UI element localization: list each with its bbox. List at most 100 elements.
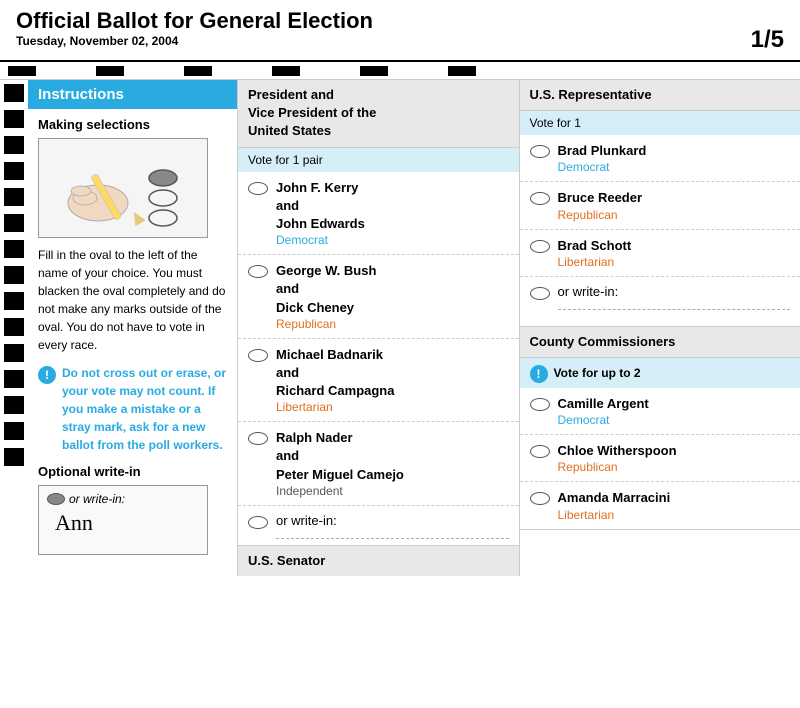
candidate-info: Brad Schott Libertarian <box>558 237 632 269</box>
vote-warning-icon: ! <box>530 365 548 383</box>
timing-mark <box>448 66 476 76</box>
write-in-label: or write-in: <box>558 284 619 299</box>
candidate-party: Libertarian <box>276 400 394 414</box>
president-vote-instruction: Vote for 1 pair <box>238 148 519 172</box>
left-timing-marks <box>0 80 28 576</box>
write-in-dashed-line <box>558 309 791 310</box>
write-in-oval[interactable] <box>248 516 268 529</box>
candidate-name: Chloe Witherspoon <box>558 442 677 460</box>
ballot-title: Official Ballot for General Election <box>16 8 373 34</box>
spacer <box>520 316 800 326</box>
write-in-label: or write-in: <box>276 513 337 528</box>
candidate-info: Michael BadnarikandRichard Campagna Libe… <box>276 346 394 415</box>
left-mark <box>4 448 24 466</box>
ballot-content: Instructions Making selections <box>28 80 800 576</box>
candidate-oval[interactable] <box>530 192 550 205</box>
illustration-svg <box>43 143 203 233</box>
write-in-oval[interactable] <box>530 287 550 300</box>
left-mark <box>4 370 24 388</box>
write-in-example-box: or write-in: Ann <box>38 485 208 555</box>
candidate-oval[interactable] <box>530 240 550 253</box>
candidate-schott: Brad Schott Libertarian <box>520 230 800 277</box>
optional-write-in-heading: Optional write-in <box>38 464 227 479</box>
timing-marks-row <box>0 62 800 80</box>
instructions-column: Instructions Making selections <box>28 80 238 576</box>
candidate-oval[interactable] <box>530 145 550 158</box>
candidate-info: Amanda Marracini Libertarian <box>558 489 671 521</box>
instructions-warning-block: ! Do not cross out or erase, or your vot… <box>38 364 227 454</box>
warning-text: Do not cross out or erase, or your vote … <box>62 364 227 454</box>
us-rep-title: U.S. Representative <box>530 86 791 104</box>
ballot-header: Official Ballot for General Election Tue… <box>0 0 800 62</box>
candidate-name: Camille Argent <box>558 395 649 413</box>
candidate-oval[interactable] <box>530 445 550 458</box>
candidate-party: Democrat <box>558 160 647 174</box>
us-senator-label-section: U.S. Senator <box>238 545 519 576</box>
county-commissioners-header: County Commissioners <box>520 327 800 358</box>
left-mark <box>4 318 24 336</box>
candidate-name: George W. BushandDick Cheney <box>276 262 376 317</box>
us-senator-title: U.S. Senator <box>248 552 509 570</box>
contests-area: President andVice President of theUnited… <box>238 80 800 576</box>
candidate-name: Amanda Marracini <box>558 489 671 507</box>
left-mark <box>4 396 24 414</box>
candidate-oval[interactable] <box>530 492 550 505</box>
candidate-oval[interactable] <box>248 182 268 195</box>
candidate-name: Brad Schott <box>558 237 632 255</box>
candidate-oval[interactable] <box>248 265 268 278</box>
us-rep-vote-instruction: Vote for 1 <box>520 111 800 135</box>
left-mark <box>4 266 24 284</box>
instructions-title: Instructions <box>38 86 124 103</box>
candidate-party: Republican <box>276 317 376 331</box>
candidate-party: Libertarian <box>558 255 632 269</box>
right-contest-column: U.S. Representative Vote for 1 Brad Plun… <box>520 80 800 576</box>
candidate-bush-cheney: George W. BushandDick Cheney Republican <box>238 255 519 339</box>
left-mark <box>4 292 24 310</box>
candidate-party: Republican <box>558 460 677 474</box>
candidate-party: Democrat <box>276 233 365 247</box>
candidate-name: Bruce Reeder <box>558 189 643 207</box>
candidate-info: Brad Plunkard Democrat <box>558 142 647 174</box>
write-in-label-text: or write-in: <box>69 492 125 506</box>
left-mark <box>4 214 24 232</box>
timing-mark <box>184 66 212 76</box>
left-mark <box>4 422 24 440</box>
county-vote-instruction-text: Vote for up to 2 <box>554 366 641 380</box>
warning-icon: ! <box>38 366 56 384</box>
candidate-party: Republican <box>558 208 643 222</box>
timing-mark <box>96 66 124 76</box>
left-mark <box>4 110 24 128</box>
main-layout: Instructions Making selections <box>0 80 800 576</box>
optional-write-in-section: Optional write-in or write-in: Ann <box>38 464 227 555</box>
instructions-header: Instructions <box>28 80 237 109</box>
candidate-marracini: Amanda Marracini Libertarian <box>520 482 800 528</box>
president-write-in: or write-in: <box>238 506 519 536</box>
candidate-party: Libertarian <box>558 508 671 522</box>
candidate-oval[interactable] <box>248 432 268 445</box>
candidate-oval[interactable] <box>248 349 268 362</box>
county-commissioners-title: County Commissioners <box>530 333 791 351</box>
left-mark <box>4 240 24 258</box>
candidate-name: John F. KerryandJohn Edwards <box>276 179 365 234</box>
county-commissioners-contest: County Commissioners ! Vote for up to 2 … <box>520 327 800 530</box>
candidate-kerry-edwards: John F. KerryandJohn Edwards Democrat <box>238 172 519 256</box>
county-commissioners-vote-instruction: ! Vote for up to 2 <box>520 358 800 388</box>
left-mark <box>4 162 24 180</box>
candidate-reeder: Bruce Reeder Republican <box>520 182 800 229</box>
us-rep-write-in: or write-in: <box>520 277 800 307</box>
us-representative-contest: U.S. Representative Vote for 1 Brad Plun… <box>520 80 800 327</box>
candidate-info: George W. BushandDick Cheney Republican <box>276 262 376 331</box>
candidate-oval[interactable] <box>530 398 550 411</box>
write-in-label: or write-in: <box>47 492 199 506</box>
candidate-argent: Camille Argent Democrat <box>520 388 800 435</box>
making-selections-heading: Making selections <box>38 117 227 132</box>
president-contest-title: President andVice President of theUnited… <box>248 86 509 141</box>
ballot-date: Tuesday, November 02, 2004 <box>16 34 373 48</box>
candidate-info: Camille Argent Democrat <box>558 395 649 427</box>
candidate-plunkard: Brad Plunkard Democrat <box>520 135 800 182</box>
timing-mark <box>8 66 36 76</box>
page-number: 1/5 <box>751 8 784 56</box>
instructions-illustration <box>38 138 208 238</box>
write-in-line <box>276 538 509 539</box>
candidate-info: John F. KerryandJohn Edwards Democrat <box>276 179 365 248</box>
